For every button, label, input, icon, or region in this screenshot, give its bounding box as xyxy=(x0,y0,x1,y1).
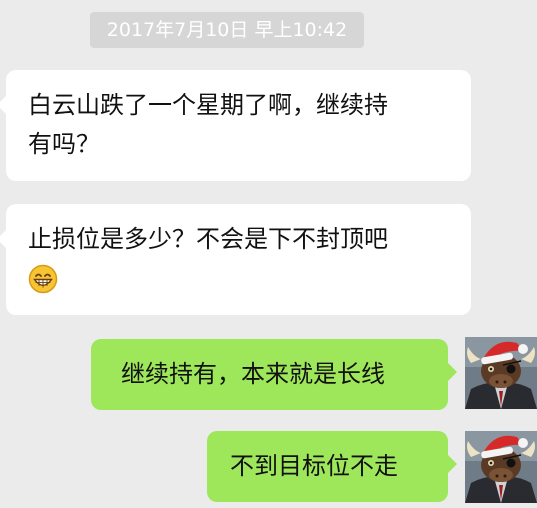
chat-timestamp: 2017年7月10日 早上10:42 xyxy=(90,12,364,48)
message-text: 不到目标位不走 xyxy=(230,452,398,480)
grinning-face-emoji-icon xyxy=(28,264,58,294)
message-text-line: 有吗？ xyxy=(28,130,100,158)
bull-avatar-icon[interactable] xyxy=(465,337,537,409)
outgoing-message-bubble[interactable]: 不到目标位不走 xyxy=(207,431,457,502)
bull-avatar-icon[interactable] xyxy=(465,431,537,503)
message-text-line: 白云山跌了一个星期了啊，继续持 xyxy=(28,91,388,119)
incoming-message-bubble[interactable]: 止损位是多少？不会是下不封顶吧 xyxy=(0,204,471,315)
message-text: 继续持有，本来就是长线 xyxy=(121,360,385,388)
message-text-line: 止损位是多少？不会是下不封顶吧 xyxy=(28,225,388,253)
emoji-line xyxy=(28,259,457,298)
outgoing-message-bubble[interactable]: 继续持有，本来就是长线 xyxy=(91,339,457,410)
incoming-message-bubble[interactable]: 白云山跌了一个星期了啊，继续持 有吗？ xyxy=(0,70,471,181)
